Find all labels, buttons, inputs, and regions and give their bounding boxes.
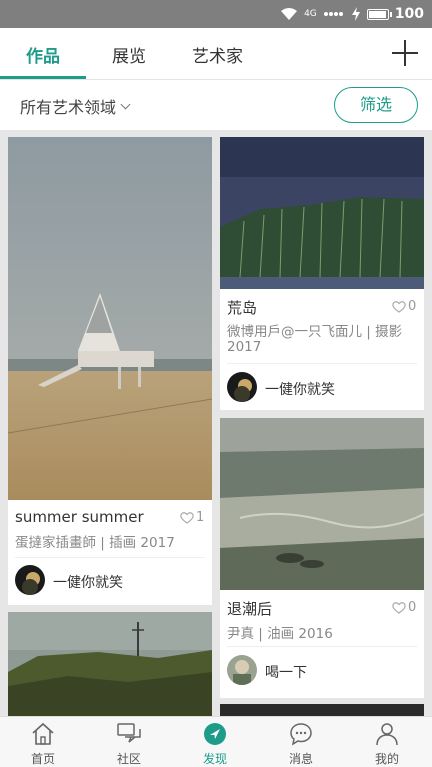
message-bubble-icon xyxy=(290,723,312,746)
filter-button[interactable]: 筛选 xyxy=(334,87,418,123)
active-tab-indicator xyxy=(0,76,86,79)
top-tab-bar: 作品 展览 艺术家 xyxy=(0,28,432,80)
divider xyxy=(15,557,205,558)
artwork-image[interactable] xyxy=(8,612,212,716)
nav-community[interactable]: 社区 xyxy=(86,717,172,767)
work-title: 荒岛 xyxy=(227,299,258,317)
battery-icon xyxy=(366,8,392,20)
art-domain-dropdown[interactable]: 所有艺术领域 xyxy=(20,94,131,118)
author-name[interactable]: 一健你就笑 xyxy=(53,572,123,592)
like-button[interactable]: 0 xyxy=(392,299,416,314)
network-type: 4G xyxy=(304,9,317,19)
artwork-image[interactable] xyxy=(220,137,424,289)
like-count: 0 xyxy=(408,600,417,615)
work-meta: 蛋撻家插畫師 | 插画 2017 xyxy=(15,535,175,551)
tab-artists[interactable]: 艺术家 xyxy=(192,42,243,67)
nav-community-label: 社区 xyxy=(116,752,141,766)
wifi-icon xyxy=(281,8,298,20)
heart-icon xyxy=(392,301,406,313)
tab-works[interactable]: 作品 xyxy=(26,42,60,67)
work-card[interactable]: 荒岛 0 微博用戶@一只飞面儿 | 摄影 2017 一健你就笑 xyxy=(220,137,424,410)
community-chat-icon xyxy=(117,723,141,743)
work-title: summer summer xyxy=(15,508,144,526)
nav-profile-label: 我的 xyxy=(374,752,399,766)
tab-exhibitions[interactable]: 展览 xyxy=(112,42,146,67)
home-icon xyxy=(32,722,54,745)
nav-profile[interactable]: 我的 xyxy=(344,717,430,767)
bottom-navigation: 首页 社区 发现 消息 我的 xyxy=(0,716,432,767)
work-meta: 尹真 | 油画 2016 xyxy=(227,626,333,642)
work-meta: 微博用戶@一只飞面儿 | 摄影 xyxy=(227,324,403,340)
avatar[interactable] xyxy=(227,372,257,402)
work-card[interactable] xyxy=(8,612,212,716)
filter-bar: 所有艺术领域 筛选 xyxy=(0,80,432,130)
author-name[interactable]: 一健你就笑 xyxy=(265,379,335,399)
add-icon[interactable] xyxy=(392,40,418,66)
nav-messages[interactable]: 消息 xyxy=(258,717,344,767)
work-title: 退潮后 xyxy=(227,600,273,618)
nav-messages-label: 消息 xyxy=(288,752,313,766)
work-card[interactable]: 退潮后 0 尹真 | 油画 2016 喝一下 xyxy=(220,418,424,698)
avatar[interactable] xyxy=(15,565,45,595)
work-card[interactable]: summer summer 1 蛋撻家插畫師 | 插画 2017 一健你就笑 xyxy=(8,137,212,605)
work-year: 2017 xyxy=(227,339,262,355)
heart-icon xyxy=(392,602,406,614)
chevron-down-icon xyxy=(120,99,131,109)
like-count: 1 xyxy=(196,510,205,525)
like-button[interactable]: 1 xyxy=(180,510,204,525)
battery-level: 100 xyxy=(394,6,424,22)
nav-discover-label: 发现 xyxy=(202,752,227,766)
work-card[interactable] xyxy=(220,704,424,716)
art-domain-label: 所有艺术领域 xyxy=(20,98,117,117)
like-button[interactable]: 0 xyxy=(392,600,416,615)
like-count: 0 xyxy=(408,299,417,314)
artwork-image[interactable] xyxy=(8,137,212,500)
signal-icon xyxy=(323,12,343,16)
nav-home[interactable]: 首页 xyxy=(0,717,86,767)
divider xyxy=(227,363,417,364)
nav-discover[interactable]: 发现 xyxy=(172,717,258,767)
profile-icon xyxy=(376,723,398,746)
divider xyxy=(227,646,417,647)
author-name[interactable]: 喝一下 xyxy=(265,662,307,682)
charging-icon xyxy=(351,7,360,21)
heart-icon xyxy=(180,512,194,524)
artwork-image[interactable] xyxy=(220,418,424,590)
status-bar: 4G 100 xyxy=(0,0,432,28)
nav-home-label: 首页 xyxy=(30,752,55,766)
avatar[interactable] xyxy=(227,655,257,685)
discover-compass-icon xyxy=(204,723,226,745)
